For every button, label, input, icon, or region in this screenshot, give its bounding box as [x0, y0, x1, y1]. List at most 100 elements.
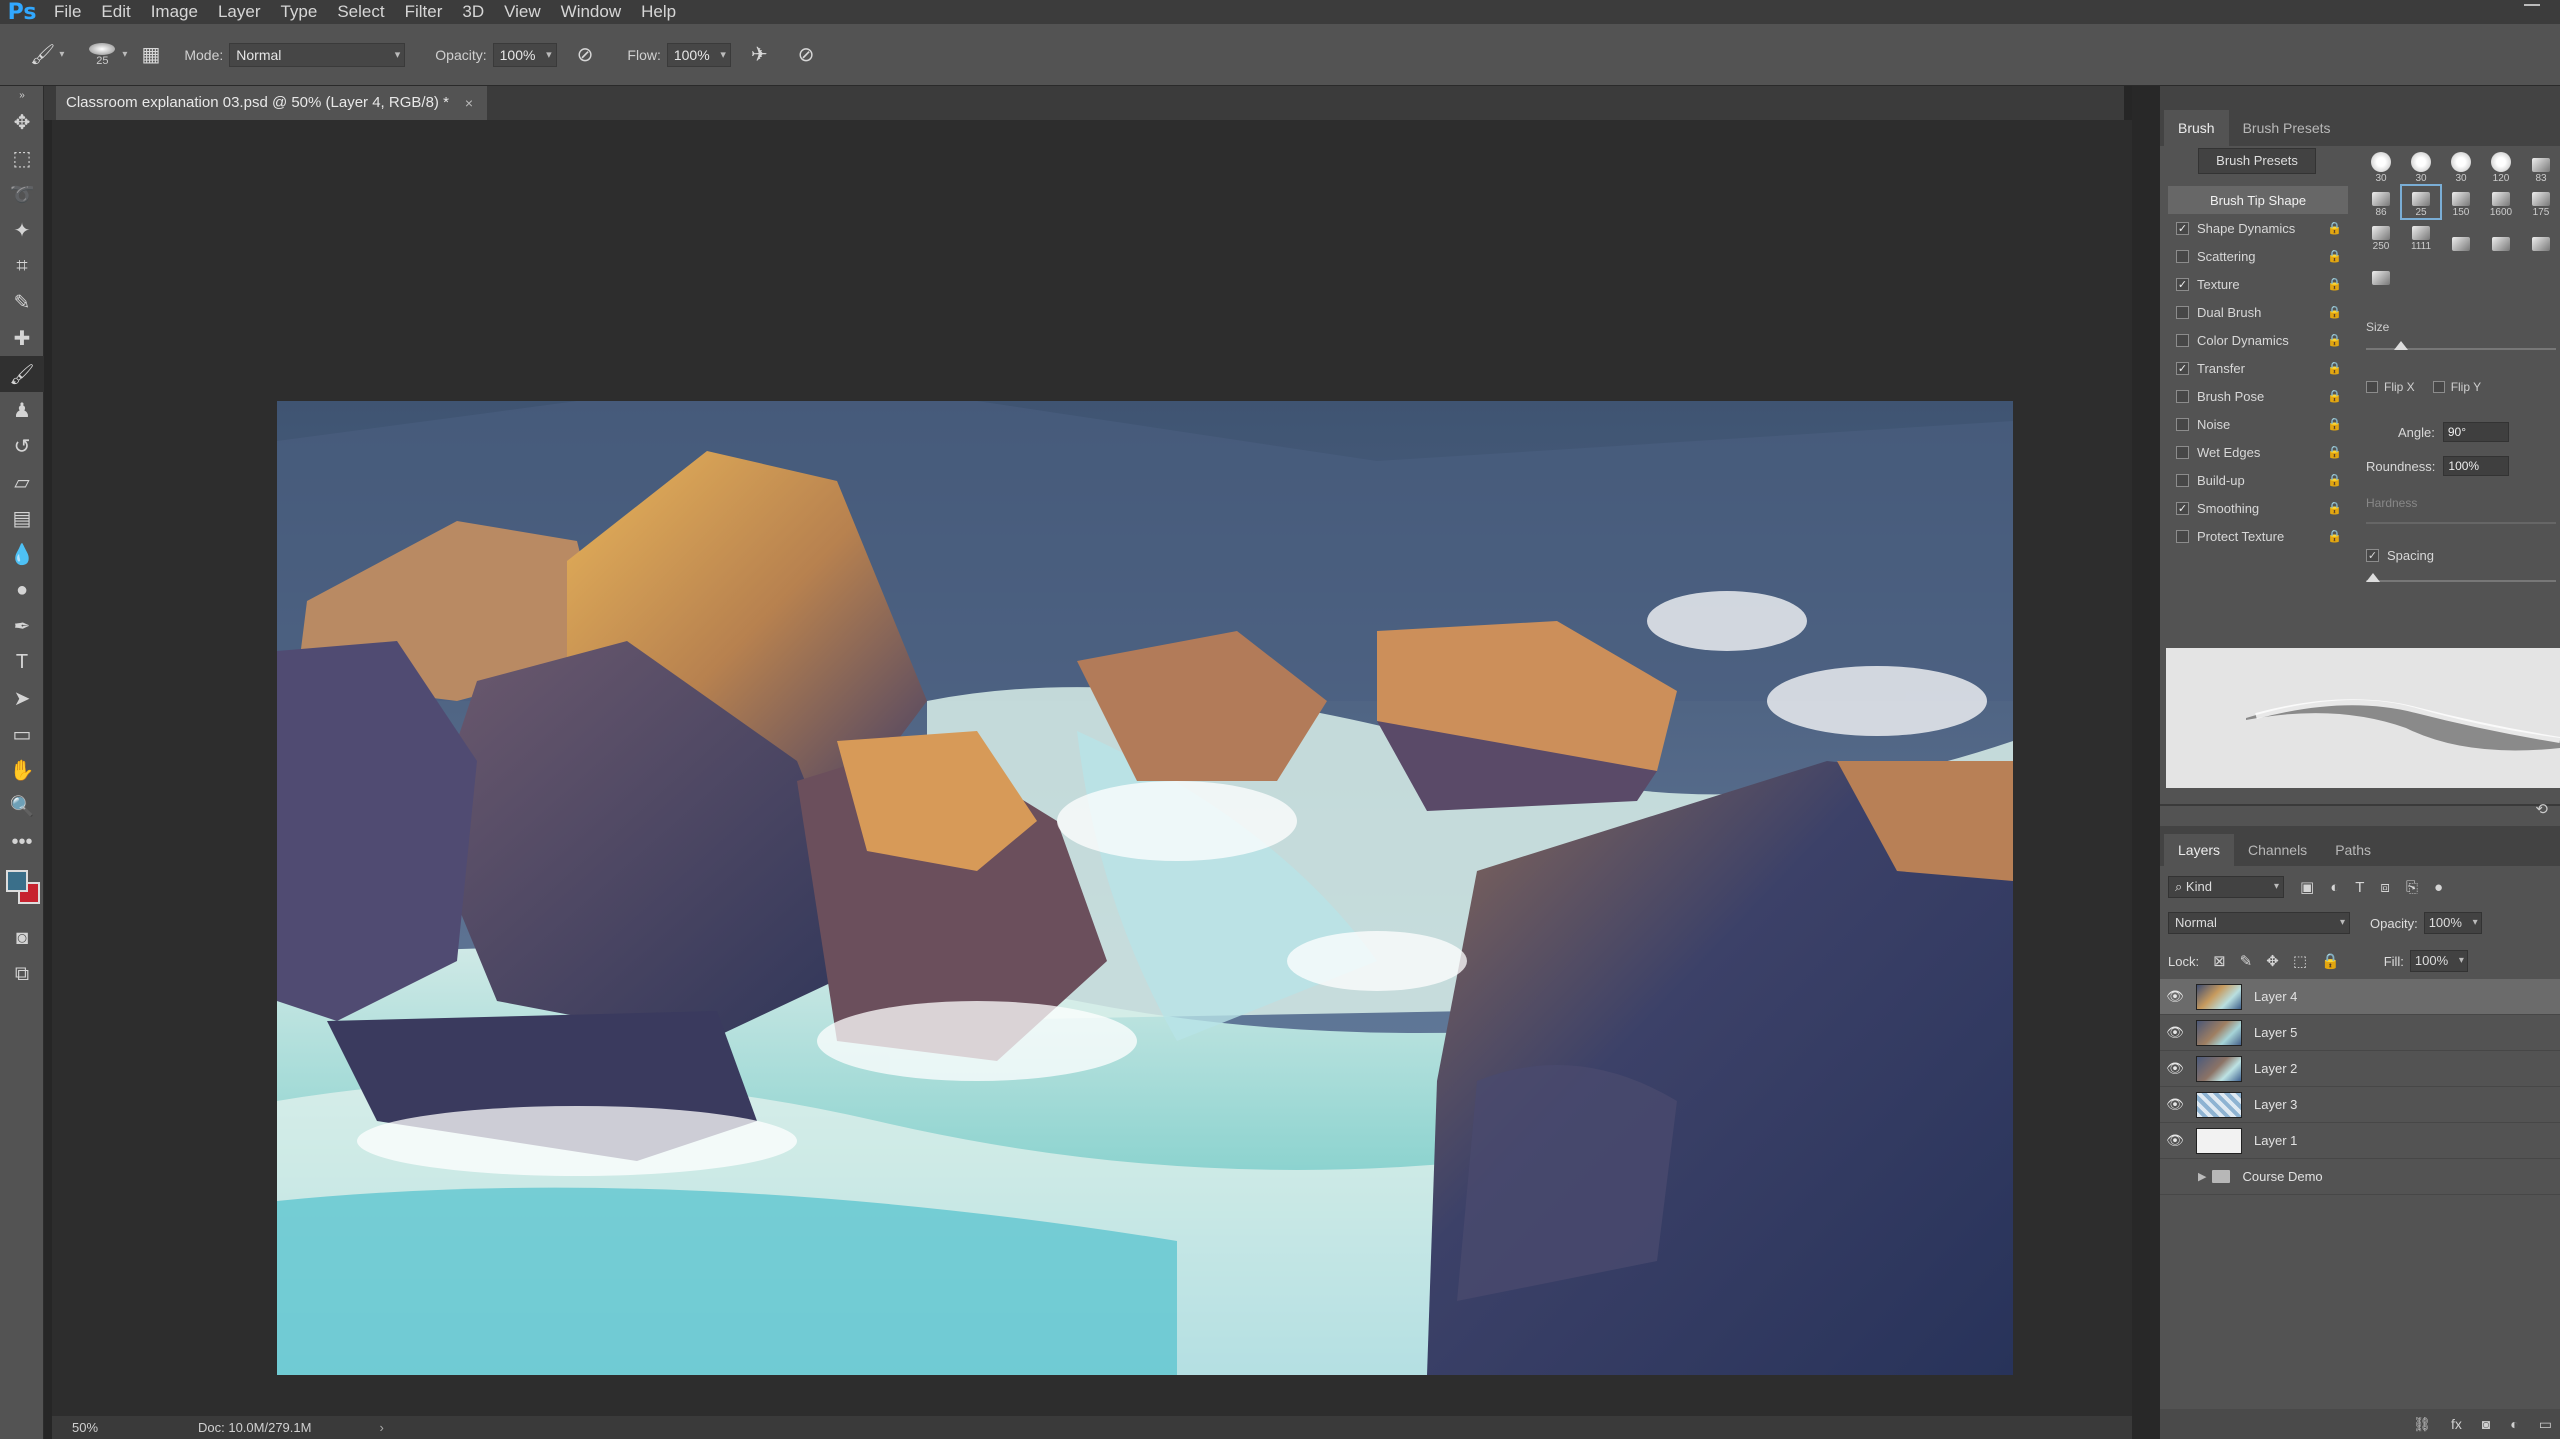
lock-icon[interactable]: 🔒 [2327, 333, 2342, 347]
dodge-tool-icon[interactable]: ● [0, 572, 44, 608]
minimize-button[interactable] [2524, 4, 2540, 6]
lock-icon[interactable]: 🔒 [2327, 417, 2342, 431]
eye-icon[interactable]: 👁 [2160, 1024, 2190, 1041]
fill-input[interactable]: 100% ▾ [2409, 950, 2468, 972]
spacing-checkbox[interactable]: ✓ Spacing [2366, 548, 2434, 563]
brush-tip[interactable]: 30 [2402, 152, 2440, 184]
history-brush-tool-icon[interactable]: ↺ [0, 428, 44, 464]
brush-tip[interactable] [2442, 220, 2480, 252]
brush-tip[interactable]: 1111 [2402, 220, 2440, 252]
brush-option-shape-dynamics[interactable]: ✓ Shape Dynamics 🔒 [2168, 214, 2348, 242]
smart-object-filter-icon[interactable]: ⎘ [2406, 879, 2418, 896]
angle-input[interactable]: 90° [2442, 422, 2509, 442]
spacing-slider[interactable] [2366, 573, 2556, 582]
lock-icon[interactable]: 🔒 [2327, 389, 2342, 403]
blur-tool-icon[interactable]: 💧 [0, 536, 44, 572]
lock-icon[interactable]: 🔒 [2327, 473, 2342, 487]
layer-row-layer-3[interactable]: 👁 Layer 3 [2160, 1087, 2560, 1123]
checkbox-icon[interactable] [2176, 305, 2189, 319]
brush-tip[interactable] [2482, 220, 2520, 252]
brush-size-preview[interactable]: 25 [86, 39, 118, 71]
collapse-toolbox-icon[interactable]: » [0, 86, 44, 104]
brush-tip[interactable]: 30 [2362, 152, 2400, 184]
size-slider[interactable] [2366, 341, 2556, 350]
lock-icon[interactable]: 🔒 [2327, 249, 2342, 263]
add-mask-icon[interactable]: ◙ [2482, 1416, 2490, 1432]
layer-row-layer-5[interactable]: 👁 Layer 5 [2160, 1015, 2560, 1051]
link-layers-icon[interactable]: ⛓ [2413, 1416, 2431, 1433]
tool-preset-dropdown-icon[interactable]: ▾ [59, 49, 64, 60]
checkbox-icon[interactable]: ✓ [2176, 277, 2189, 291]
tab-brush-presets[interactable]: Brush Presets [2229, 110, 2345, 146]
checkbox-icon[interactable] [2176, 389, 2189, 403]
menu-image[interactable]: Image [141, 0, 208, 24]
brush-presets-button[interactable]: Brush Presets [2198, 148, 2316, 174]
create-brush-icon[interactable]: ⟲ [2535, 800, 2548, 818]
more-tools-icon[interactable]: ••• [0, 824, 44, 860]
brush-tip[interactable] [2522, 220, 2560, 252]
canvas-area[interactable] [52, 120, 2132, 1416]
brush-option-color-dynamics[interactable]: Color Dynamics 🔒 [2168, 326, 2348, 354]
pressure-size-icon[interactable]: ⊘ [798, 42, 815, 67]
brush-option-protect-texture[interactable]: Protect Texture 🔒 [2168, 522, 2348, 550]
lock-icon[interactable]: 🔒 [2327, 445, 2342, 459]
spacing-slider-knob[interactable] [2366, 573, 2380, 582]
close-icon[interactable]: × [465, 86, 473, 120]
document-tab[interactable]: Classroom explanation 03.psd @ 50% (Laye… [56, 86, 488, 120]
gradient-tool-icon[interactable]: ▤ [0, 500, 44, 536]
new-group-icon[interactable]: ▭ [2539, 1416, 2552, 1433]
lock-icon[interactable]: 🔒 [2327, 221, 2342, 235]
checkbox-icon[interactable]: ✓ [2176, 501, 2189, 515]
pixel-filter-icon[interactable]: ▣ [2300, 879, 2314, 896]
checkbox-icon[interactable] [2176, 417, 2189, 431]
pen-tool-icon[interactable]: ✒ [0, 608, 44, 644]
menu-file[interactable]: File [44, 0, 91, 24]
checkbox-icon[interactable]: ✓ [2176, 361, 2189, 375]
menu-edit[interactable]: Edit [91, 0, 140, 24]
canvas-artwork[interactable] [277, 401, 2013, 1375]
brush-option-texture[interactable]: ✓ Texture 🔒 [2168, 270, 2348, 298]
clone-stamp-tool-icon[interactable]: ♟ [0, 392, 44, 428]
pressure-opacity-icon[interactable]: ⊘ [577, 42, 594, 67]
menu-layer[interactable]: Layer [208, 0, 271, 24]
eye-icon[interactable]: 👁 [2160, 1096, 2190, 1113]
eye-icon[interactable]: 👁 [2160, 1132, 2190, 1149]
eye-icon[interactable]: 👁 [2160, 1060, 2190, 1077]
move-tool-icon[interactable]: ✥ [0, 104, 44, 140]
shape-filter-icon[interactable]: ⧈ [2380, 879, 2390, 896]
healing-brush-tool-icon[interactable]: ✚ [0, 320, 44, 356]
tab-paths[interactable]: Paths [2321, 834, 2385, 866]
brush-tip[interactable]: 250 [2362, 220, 2400, 252]
adjustment-filter-icon[interactable]: ◐ [2330, 879, 2339, 896]
type-tool-icon[interactable]: T [0, 644, 44, 680]
layer-row-layer-2[interactable]: 👁 Layer 2 [2160, 1051, 2560, 1087]
menu-help[interactable]: Help [631, 0, 686, 24]
opacity-input[interactable]: 100% ▾ [492, 42, 557, 67]
hand-tool-icon[interactable]: ✋ [0, 752, 44, 788]
eye-toggle-empty[interactable]: · [2160, 1169, 2190, 1185]
flip-y-checkbox[interactable]: Flip Y [2432, 380, 2481, 394]
lock-icon[interactable]: 🔒 [2327, 529, 2342, 543]
roundness-input[interactable]: 100% [2443, 456, 2510, 476]
menu-type[interactable]: Type [270, 0, 327, 24]
brush-tip[interactable]: 175 [2522, 186, 2560, 218]
brush-tip[interactable]: 1600 [2482, 186, 2520, 218]
lock-icon[interactable]: 🔒 [2327, 305, 2342, 319]
lock-icon[interactable]: 🔒 [2327, 361, 2342, 375]
size-slider-knob[interactable] [2394, 341, 2408, 350]
marquee-tool-icon[interactable]: ⬚ [0, 140, 44, 176]
tab-layers[interactable]: Layers [2164, 834, 2235, 866]
checkbox-icon[interactable] [2176, 473, 2189, 487]
brush-picker-dropdown-icon[interactable]: ▾ [122, 49, 127, 60]
brush-option-dual-brush[interactable]: Dual Brush 🔒 [2168, 298, 2348, 326]
checkbox-icon[interactable] [2176, 333, 2189, 347]
zoom-tool-icon[interactable]: 🔍 [0, 788, 44, 824]
lock-transparent-icon[interactable]: ⊠ [2213, 953, 2226, 970]
menu-filter[interactable]: Filter [395, 0, 453, 24]
brush-option-brush-pose[interactable]: Brush Pose 🔒 [2168, 382, 2348, 410]
tab-brush[interactable]: Brush [2164, 110, 2229, 146]
tab-channels[interactable]: Channels [2234, 834, 2321, 866]
chevron-right-icon[interactable]: ▶ [2198, 1170, 2206, 1183]
mode-select[interactable]: Normal ▾ [229, 42, 406, 67]
lock-icon[interactable]: 🔒 [2327, 277, 2342, 291]
